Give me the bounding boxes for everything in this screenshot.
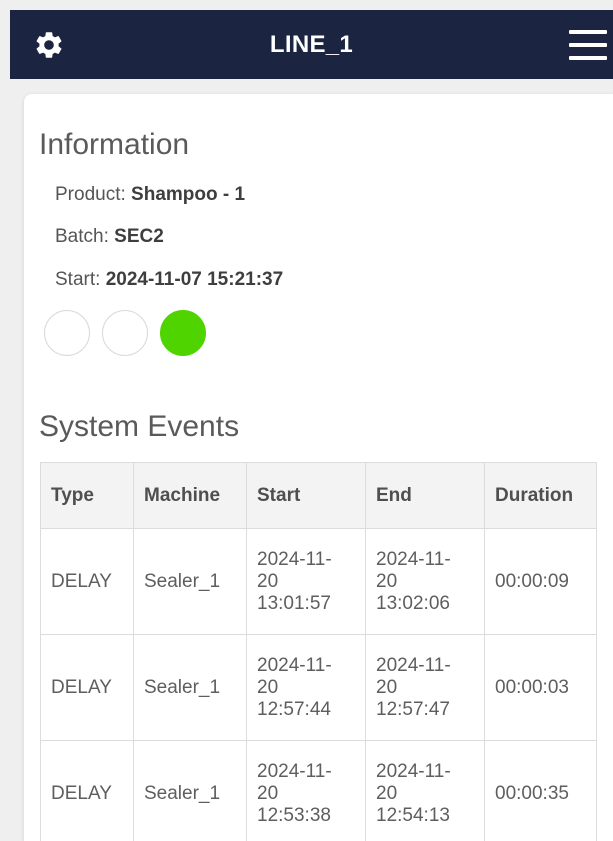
column-header-machine[interactable]: Machine bbox=[133, 462, 247, 529]
gear-icon bbox=[36, 32, 62, 58]
settings-button[interactable] bbox=[32, 28, 66, 62]
cell-start: 2024-11- 20 12:53:38 bbox=[246, 740, 366, 841]
cell-machine: Sealer_1 bbox=[133, 634, 247, 741]
system-events-heading: System Events bbox=[39, 410, 240, 443]
cell-type: DELAY bbox=[40, 528, 134, 635]
cell-type: DELAY bbox=[40, 634, 134, 741]
table-header-row: Type Machine Start End Duration bbox=[40, 462, 597, 529]
information-heading: Information bbox=[39, 128, 190, 161]
product-value: Shampoo - 1 bbox=[131, 184, 246, 205]
product-line: Product: Shampoo - 1 bbox=[55, 184, 245, 206]
cell-machine: Sealer_1 bbox=[133, 740, 247, 841]
cell-machine: Sealer_1 bbox=[133, 528, 247, 635]
status-light bbox=[102, 310, 148, 356]
hamburger-menu-icon[interactable] bbox=[569, 30, 607, 60]
status-lights bbox=[44, 310, 206, 356]
cell-duration: 00:00:09 bbox=[484, 528, 597, 635]
batch-value: SEC2 bbox=[114, 226, 164, 247]
top-app-bar: LINE_1 bbox=[10, 10, 613, 79]
table-row[interactable]: DELAY Sealer_1 2024-11- 20 13:01:57 2024-1… bbox=[40, 528, 597, 635]
column-header-duration[interactable]: Duration bbox=[484, 462, 597, 529]
start-label: Start: bbox=[55, 269, 101, 290]
column-header-end[interactable]: End bbox=[365, 462, 485, 529]
cell-start: 2024-11- 20 13:01:57 bbox=[246, 528, 366, 635]
cell-end: 2024-11- 20 13:02:06 bbox=[365, 528, 485, 635]
table-row[interactable]: DELAY Sealer_1 2024-11- 20 12:57:44 2024-1… bbox=[40, 634, 597, 741]
status-light bbox=[44, 310, 90, 356]
column-header-start[interactable]: Start bbox=[246, 462, 366, 529]
cell-duration: 00:00:35 bbox=[484, 740, 597, 841]
cell-start: 2024-11- 20 12:57:44 bbox=[246, 634, 366, 741]
batch-label: Batch: bbox=[55, 226, 109, 247]
cell-duration: 00:00:03 bbox=[484, 634, 597, 741]
content-card: Information Product: Shampoo - 1 Batch: … bbox=[24, 94, 613, 841]
start-line: Start: 2024-11-07 15:21:37 bbox=[55, 269, 283, 291]
start-value: 2024-11-07 15:21:37 bbox=[105, 269, 284, 290]
column-header-type[interactable]: Type bbox=[40, 462, 134, 529]
cell-end: 2024-11- 20 12:54:13 bbox=[365, 740, 485, 841]
cell-type: DELAY bbox=[40, 740, 134, 841]
batch-line: Batch: SEC2 bbox=[55, 226, 164, 248]
product-label: Product: bbox=[55, 184, 126, 205]
status-light bbox=[160, 310, 206, 356]
page-title: LINE_1 bbox=[269, 30, 354, 58]
cell-end: 2024-11- 20 12:57:47 bbox=[365, 634, 485, 741]
system-events-table: Type Machine Start End Duration DELAY Se… bbox=[40, 462, 597, 841]
table-row[interactable]: DELAY Sealer_1 2024-11- 20 12:53:38 2024-1… bbox=[40, 740, 597, 841]
